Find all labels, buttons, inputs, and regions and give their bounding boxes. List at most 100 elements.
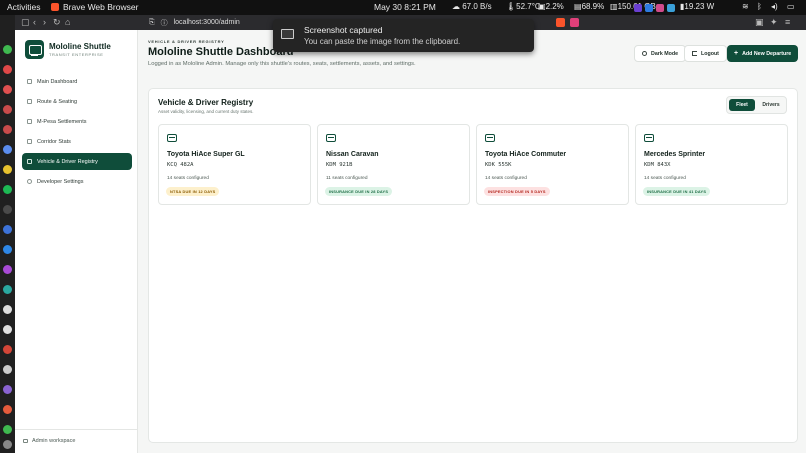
dock-app-icon[interactable] <box>3 45 12 54</box>
lock-icon <box>23 439 28 443</box>
back-icon[interactable]: ‹ <box>33 17 36 27</box>
vehicle-card[interactable]: Toyota HiAce Commuter KDK 555K 14 seats … <box>476 124 629 205</box>
vehicle-seats: 14 seats configured <box>485 176 527 181</box>
memory-usage: ▤68.9% <box>574 2 605 11</box>
vehicle-plate: KDK 555K <box>485 162 512 168</box>
page-kicker: VEHICLE & DRIVER REGISTRY <box>148 39 225 44</box>
dock-app-icon[interactable] <box>3 245 12 254</box>
registry-view-toggle: Fleet Drivers <box>726 96 787 114</box>
sidebar-item-vehicle-driver-registry[interactable]: Vehicle & Driver Registry <box>22 153 132 170</box>
dock-app-icon[interactable] <box>3 85 12 94</box>
vehicle-plate: KCQ 482A <box>167 162 194 168</box>
dock-app-icon[interactable] <box>3 105 12 114</box>
dock-app-icon[interactable] <box>3 205 12 214</box>
sidebar-item-main-dashboard[interactable]: Main Dashboard <box>22 73 132 90</box>
vehicle-seats: 11 seats configured <box>326 176 368 181</box>
screenshot-icon <box>281 29 294 39</box>
sidebar-item-developer-settings[interactable]: Developer Settings <box>22 173 132 190</box>
registry-subtitle: Asset validity, licensing, and current d… <box>158 109 254 114</box>
dock-app-icon[interactable] <box>3 285 12 294</box>
screenshot-notification[interactable]: Screenshot captured You can paste the im… <box>273 19 534 52</box>
wallet-icon <box>27 119 32 124</box>
tab-drivers[interactable]: Drivers <box>758 99 784 111</box>
vehicle-plate: KDM 921B <box>326 162 353 168</box>
bookmark-icon[interactable]: ⎘ <box>149 19 155 27</box>
vehicle-seats: 14 seats configured <box>644 176 686 181</box>
dock-app-icon[interactable] <box>3 65 12 74</box>
dock-app-icon[interactable] <box>3 405 12 414</box>
sidebar-item-label: Vehicle & Driver Registry <box>37 158 98 165</box>
brave-rewards-icon[interactable] <box>570 18 579 27</box>
add-departure-label: Add New Departure <box>742 50 792 57</box>
cpu-usage-value: 2.2% <box>545 2 564 11</box>
tray-app-icon[interactable] <box>634 4 642 12</box>
dock-app-icon[interactable] <box>3 165 12 174</box>
network-rate-value: 67.0 B/s <box>462 2 492 11</box>
reload-icon[interactable]: ↻ <box>53 17 61 28</box>
tray-app-icon[interactable] <box>656 4 664 12</box>
plus-icon: + <box>734 50 739 57</box>
home-icon[interactable]: ⌂ <box>65 17 70 27</box>
dock-app-icon[interactable] <box>3 325 12 334</box>
battery-icon[interactable]: ▭ <box>787 2 795 11</box>
dock-app-icon[interactable] <box>3 145 12 154</box>
route-icon <box>27 99 32 104</box>
active-app-name: Brave Web Browser <box>63 2 139 12</box>
bus-icon <box>326 134 336 142</box>
sidebar-item-route-seating[interactable]: Route & Seating <box>22 93 132 110</box>
activities-button[interactable]: Activities <box>7 2 41 12</box>
active-app-indicator[interactable]: Brave Web Browser <box>51 2 138 12</box>
notification-title: Screenshot captured <box>304 25 383 35</box>
sidebar-item-mpesa-settlements[interactable]: M-Pesa Settlements <box>22 113 132 130</box>
logout-button[interactable]: Logout <box>684 45 727 62</box>
dock-app-icon[interactable] <box>3 365 12 374</box>
address-url: localhost:3000/admin <box>173 19 240 26</box>
notification-body: You can paste the image from the clipboa… <box>304 37 461 46</box>
dock-app-icon[interactable] <box>3 185 12 194</box>
vehicle-name: Toyota HiAce Super GL <box>167 151 245 158</box>
dark-mode-button[interactable]: Dark Mode <box>634 45 687 62</box>
forward-icon[interactable]: › <box>43 17 46 27</box>
wifi-icon[interactable]: ≋ <box>742 2 749 11</box>
wallet-icon[interactable]: ▣ <box>755 17 764 28</box>
system-clock[interactable]: May 30 8:21 PM <box>374 2 436 12</box>
extensions-icon[interactable]: ✦ <box>770 17 778 28</box>
sidebar-item-label: M-Pesa Settlements <box>37 118 87 125</box>
sidebar-item-label: Route & Seating <box>37 98 78 105</box>
dock-app-icon[interactable] <box>3 440 12 449</box>
tray-app-icon[interactable] <box>645 4 653 12</box>
sidebar-item-corridor-stats[interactable]: Corridor Stats <box>22 133 132 150</box>
tray-app-icon[interactable] <box>667 4 675 12</box>
sidebar-toggle-icon[interactable]: ▢ <box>21 17 30 28</box>
address-bar[interactable]: ⎘ ⓘ localhost:3000/admin <box>149 17 289 28</box>
bluetooth-icon[interactable]: ᛒ <box>757 2 762 11</box>
site-info-icon[interactable]: ⓘ <box>161 18 168 28</box>
dock-app-icon[interactable] <box>3 125 12 134</box>
vehicle-card[interactable]: Nissan Caravan KDM 921B 11 seats configu… <box>317 124 470 205</box>
tab-fleet[interactable]: Fleet <box>729 99 755 111</box>
dock-app-icon[interactable] <box>3 305 12 314</box>
add-departure-button[interactable]: + Add New Departure <box>727 45 799 62</box>
vehicle-name: Nissan Caravan <box>326 151 379 158</box>
dock-app-icon[interactable] <box>3 425 12 434</box>
brave-shields-icon[interactable] <box>556 18 565 27</box>
volume-icon[interactable]: ◂) <box>771 2 778 11</box>
dock-app-icon[interactable] <box>3 345 12 354</box>
dock-app-icon[interactable] <box>3 385 12 394</box>
vehicle-card[interactable]: Mercedes Sprinter KDM 843X 14 seats conf… <box>635 124 788 205</box>
page-title: Mololine Shuttle Dashboard <box>148 46 294 58</box>
dock-app-icon[interactable] <box>3 265 12 274</box>
stats-icon <box>27 139 32 144</box>
brand-name: Mololine Shuttle <box>49 42 111 51</box>
sidebar-divider <box>15 429 138 430</box>
logout-icon <box>692 51 697 56</box>
bus-icon <box>644 134 654 142</box>
gear-icon <box>27 179 32 184</box>
vehicle-card[interactable]: Toyota HiAce Super GL KCQ 482A 14 seats … <box>158 124 311 205</box>
app-dock <box>0 15 15 453</box>
registry-panel: Vehicle & Driver Registry Asset validity… <box>148 88 798 443</box>
dock-app-icon[interactable] <box>3 225 12 234</box>
sidebar: Mololine Shuttle TRANSIT ENTERPRISE Main… <box>15 30 138 453</box>
menu-icon[interactable]: ≡ <box>785 17 790 27</box>
bus-icon <box>27 159 32 164</box>
